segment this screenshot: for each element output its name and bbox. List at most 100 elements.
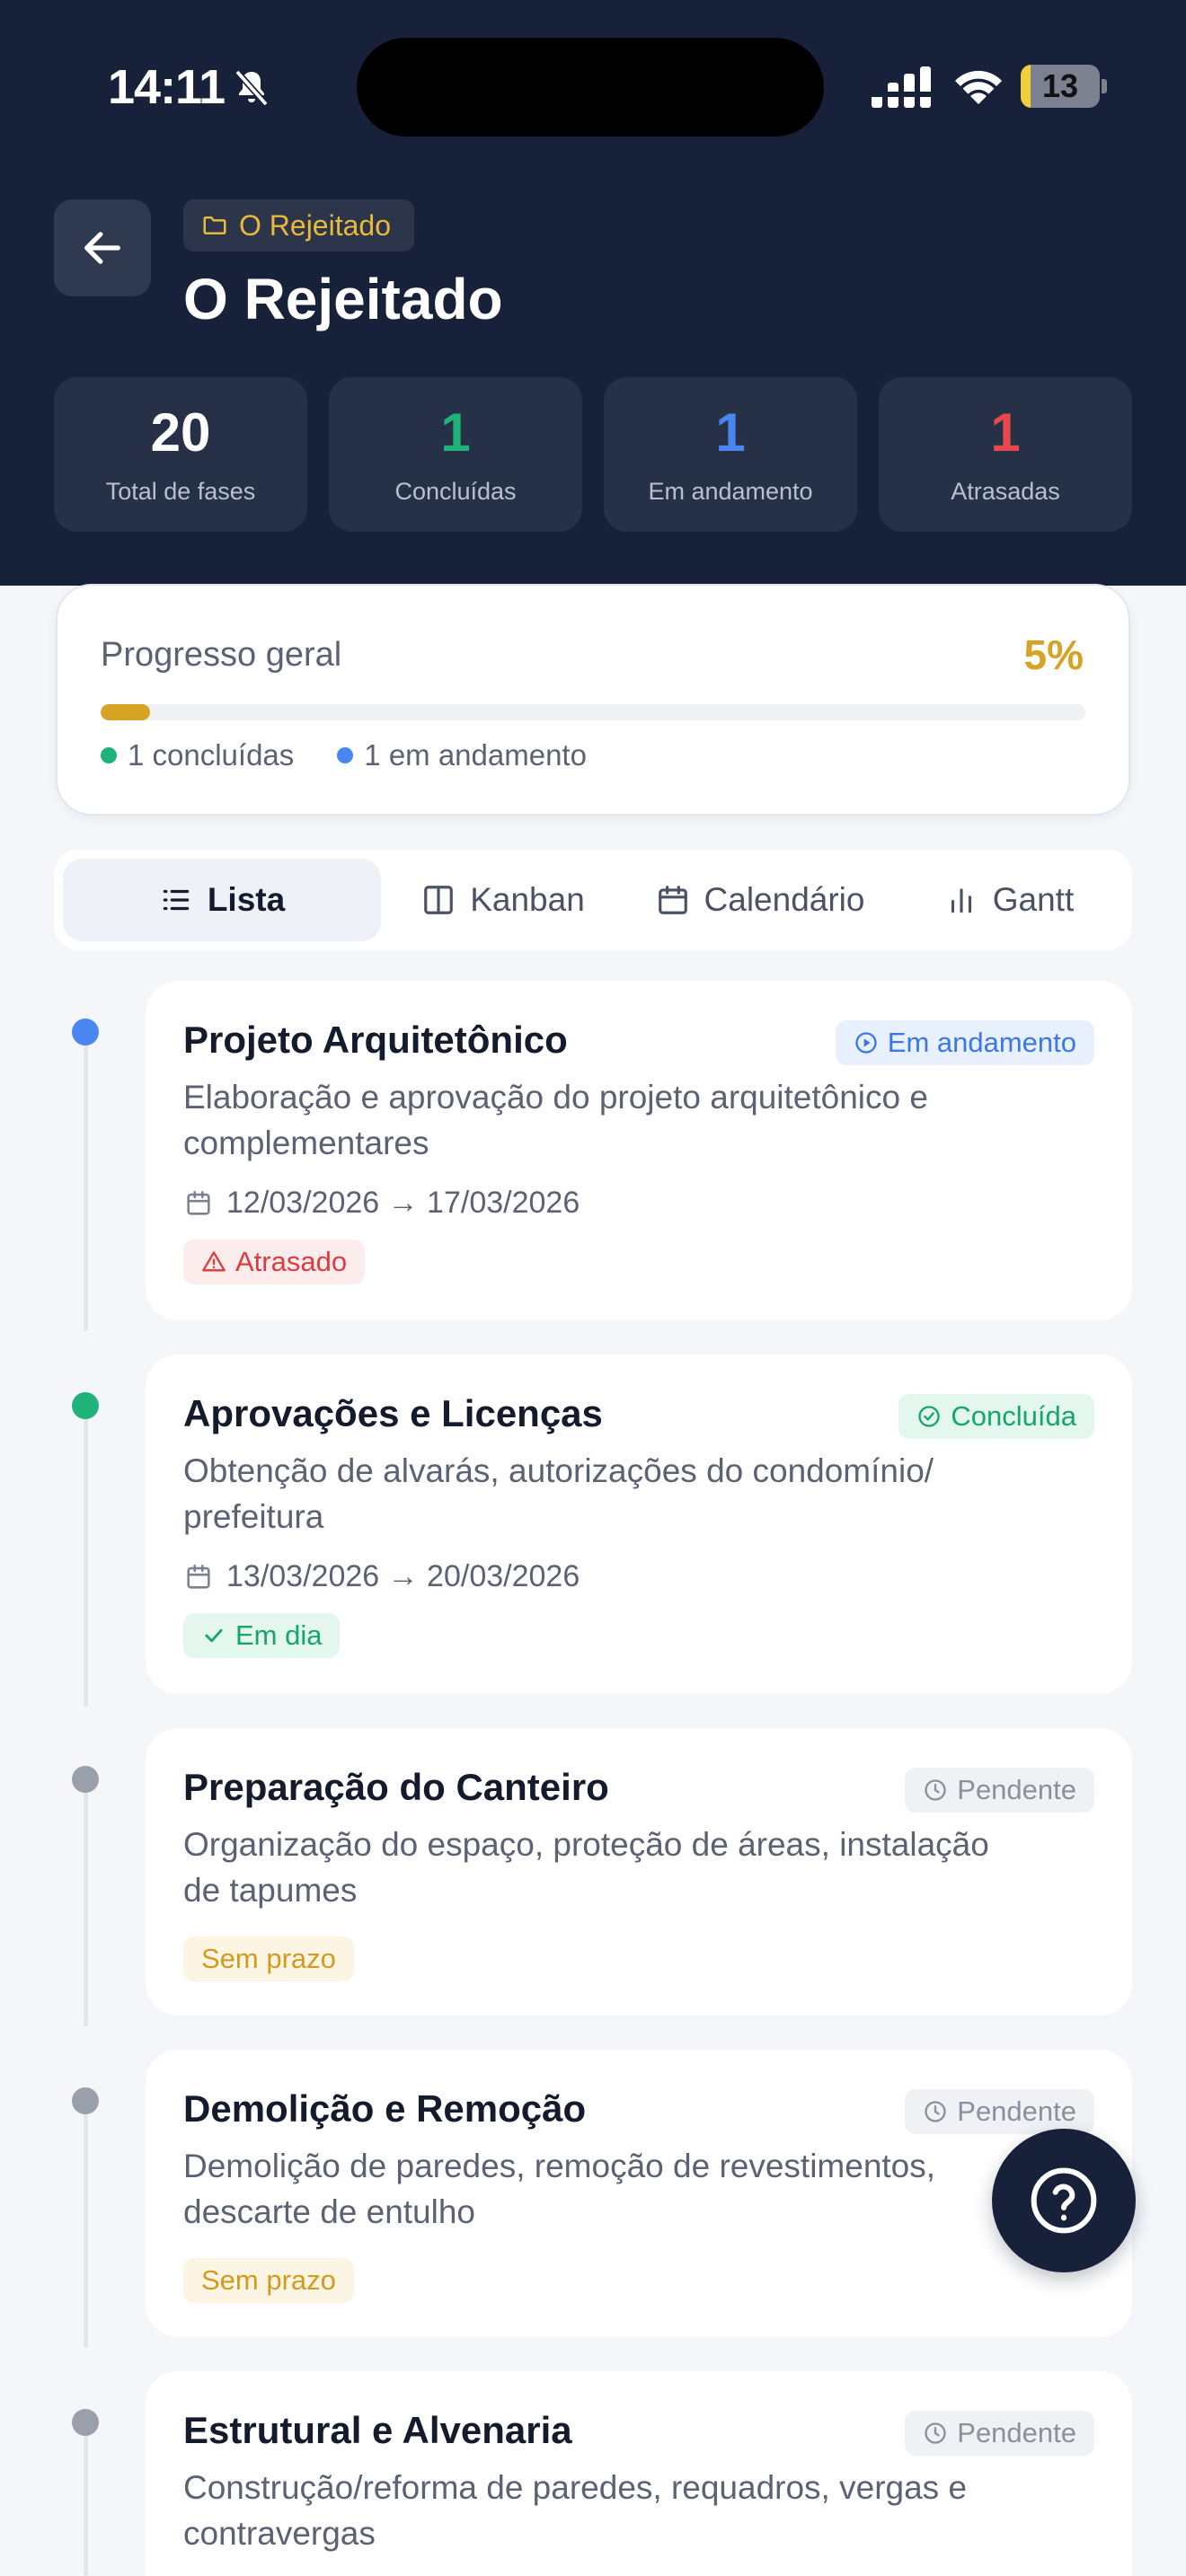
stat-value: 1 bbox=[440, 402, 471, 463]
play-circle-icon bbox=[855, 1032, 877, 1054]
phase-description: Construção/reforma de paredes, requadros… bbox=[183, 2469, 968, 2552]
wifi-icon bbox=[955, 70, 1002, 104]
signal-icon bbox=[872, 66, 931, 108]
timeline-line bbox=[84, 1407, 88, 1707]
deadline-badge: Atrasado bbox=[183, 1239, 366, 1284]
phase-description: Obtenção de alvarás, autorizações do con… bbox=[183, 1452, 934, 1535]
phase-title: Preparação do Canteiro bbox=[183, 1766, 609, 1808]
progress-percent: 5% bbox=[1023, 631, 1084, 678]
status-label: Pendente bbox=[957, 2095, 1076, 2127]
timeline-line bbox=[84, 1780, 88, 2026]
tab-label: Gantt bbox=[992, 881, 1075, 918]
timeline-line bbox=[84, 1031, 88, 1331]
help-button[interactable] bbox=[992, 2129, 1136, 2272]
status-label: Pendente bbox=[957, 2417, 1076, 2448]
in-progress-dot-icon bbox=[337, 747, 354, 763]
warning-icon bbox=[202, 1251, 226, 1272]
phase-card[interactable]: Projeto Arquitetônico Em andamento Elabo… bbox=[146, 981, 1132, 1320]
stat-in-progress: 1 Em andamento bbox=[604, 377, 857, 532]
calendar-icon bbox=[187, 1564, 210, 1589]
dynamic-island bbox=[357, 38, 824, 137]
tab-gantt[interactable]: Gantt bbox=[895, 859, 1123, 941]
tab-calendario[interactable]: Calendário bbox=[625, 859, 895, 941]
check-icon bbox=[205, 1628, 223, 1643]
deadline-label: Sem prazo bbox=[201, 1943, 336, 1974]
stat-label: Concluídas bbox=[394, 478, 517, 505]
progress-card: Progresso geral 5% 1 concluídas 1 em and… bbox=[56, 584, 1130, 816]
phase-card[interactable]: Estrutural e Alvenaria Pendente Construç… bbox=[146, 2371, 1132, 2576]
clock-icon bbox=[925, 2101, 946, 2122]
deadline-badge: Sem prazo bbox=[183, 2258, 354, 2303]
kanban-icon bbox=[424, 886, 454, 914]
timeline-dot-pending-icon bbox=[72, 1766, 99, 1793]
battery-percent: 13 bbox=[1041, 67, 1079, 104]
clock-icon bbox=[925, 2422, 946, 2444]
done-dot-icon bbox=[101, 747, 117, 763]
stat-total-phases: 20 Total de fases bbox=[54, 377, 307, 532]
progress-bar bbox=[101, 704, 1085, 720]
legend-in-progress: 1 em andamento bbox=[364, 738, 587, 772]
tab-kanban[interactable]: Kanban bbox=[381, 859, 625, 941]
stat-value: 1 bbox=[715, 402, 746, 463]
phase-dates: 13/03/2026 → 20/03/2026 bbox=[183, 1559, 580, 1594]
date-range: 13/03/2026 → 20/03/2026 bbox=[226, 1559, 580, 1593]
deadline-badge: Sem prazo bbox=[183, 1936, 354, 1981]
timeline-line bbox=[84, 2423, 88, 2576]
deadline-label: Em dia bbox=[235, 1619, 323, 1651]
battery-indicator: 13 bbox=[1021, 65, 1107, 108]
deadline-label: Atrasado bbox=[235, 1246, 348, 1277]
deadline-label: Sem prazo bbox=[201, 2264, 336, 2296]
phase-description: Elaboração e aprovação do projeto arquit… bbox=[183, 1079, 928, 1161]
clock-icon bbox=[925, 1779, 946, 1801]
timeline-line bbox=[84, 2102, 88, 2348]
phase-dates: 12/03/2026 → 17/03/2026 bbox=[183, 1186, 580, 1221]
phase-title: Projeto Arquitetônico bbox=[183, 1019, 568, 1061]
calendar-icon bbox=[658, 886, 687, 914]
phase-card[interactable]: Preparação do Canteiro Pendente Organiza… bbox=[146, 1728, 1132, 2016]
status-badge: Pendente bbox=[905, 2089, 1094, 2134]
progress-bar-fill bbox=[101, 704, 150, 720]
stat-completed: 1 Concluídas bbox=[329, 377, 582, 532]
stat-label: Total de fases bbox=[105, 478, 256, 505]
status-badge: Pendente bbox=[905, 2411, 1094, 2456]
status-label: Em andamento bbox=[887, 1027, 1076, 1058]
gantt-chart-icon bbox=[951, 888, 971, 913]
legend-done: 1 concluídas bbox=[128, 738, 295, 772]
phase-title: Demolição e Remoção bbox=[183, 2087, 587, 2130]
phase-description: Demolição de paredes, remoção de revesti… bbox=[183, 2148, 936, 2230]
view-tabs: Lista Kanban Calendário Gantt bbox=[54, 850, 1132, 950]
bell-muted-icon bbox=[235, 69, 269, 107]
tab-lista[interactable]: Lista bbox=[63, 859, 381, 941]
stat-label: Em andamento bbox=[648, 478, 813, 505]
status-badge: Pendente bbox=[905, 1768, 1094, 1813]
timeline-dot-in-progress-icon bbox=[72, 1019, 99, 1045]
breadcrumb[interactable]: O Rejeitado bbox=[183, 199, 414, 251]
stat-label: Atrasadas bbox=[951, 478, 1060, 505]
timeline-dot-done-icon bbox=[72, 1392, 99, 1419]
progress-legend: 1 concluídas 1 em andamento bbox=[101, 738, 630, 772]
status-label: Concluída bbox=[951, 1400, 1076, 1432]
list-icon bbox=[163, 889, 190, 911]
calendar-icon bbox=[187, 1190, 210, 1215]
tab-label: Calendário bbox=[704, 881, 865, 918]
breadcrumb-label: O Rejeitado bbox=[239, 208, 391, 242]
tab-label: Lista bbox=[207, 881, 286, 918]
date-range: 12/03/2026 → 17/03/2026 bbox=[226, 1186, 580, 1220]
tab-label: Kanban bbox=[470, 881, 585, 918]
help-circle-icon bbox=[1031, 2167, 1097, 2234]
stat-value: 1 bbox=[990, 402, 1021, 463]
stat-value: 20 bbox=[150, 402, 211, 463]
back-button[interactable] bbox=[54, 199, 151, 296]
phase-card[interactable]: Aprovações e Licenças Concluída Obtenção… bbox=[146, 1354, 1132, 1694]
page-title: O Rejeitado bbox=[183, 267, 503, 331]
timeline-dot-pending-icon bbox=[72, 2409, 99, 2436]
phase-card[interactable]: Demolição e Remoção Pendente Demolição d… bbox=[146, 2050, 1132, 2337]
status-badge: Concluída bbox=[898, 1394, 1094, 1439]
phase-description: Organização do espaço, proteção de áreas… bbox=[183, 1826, 989, 1909]
phase-title: Aprovações e Licenças bbox=[183, 1392, 603, 1434]
phase-title: Estrutural e Alvenaria bbox=[183, 2409, 572, 2451]
timeline-dot-pending-icon bbox=[72, 2087, 99, 2114]
stat-late: 1 Atrasadas bbox=[879, 377, 1132, 532]
deadline-badge: Em dia bbox=[183, 1613, 341, 1658]
arrow-left-icon bbox=[84, 232, 120, 264]
